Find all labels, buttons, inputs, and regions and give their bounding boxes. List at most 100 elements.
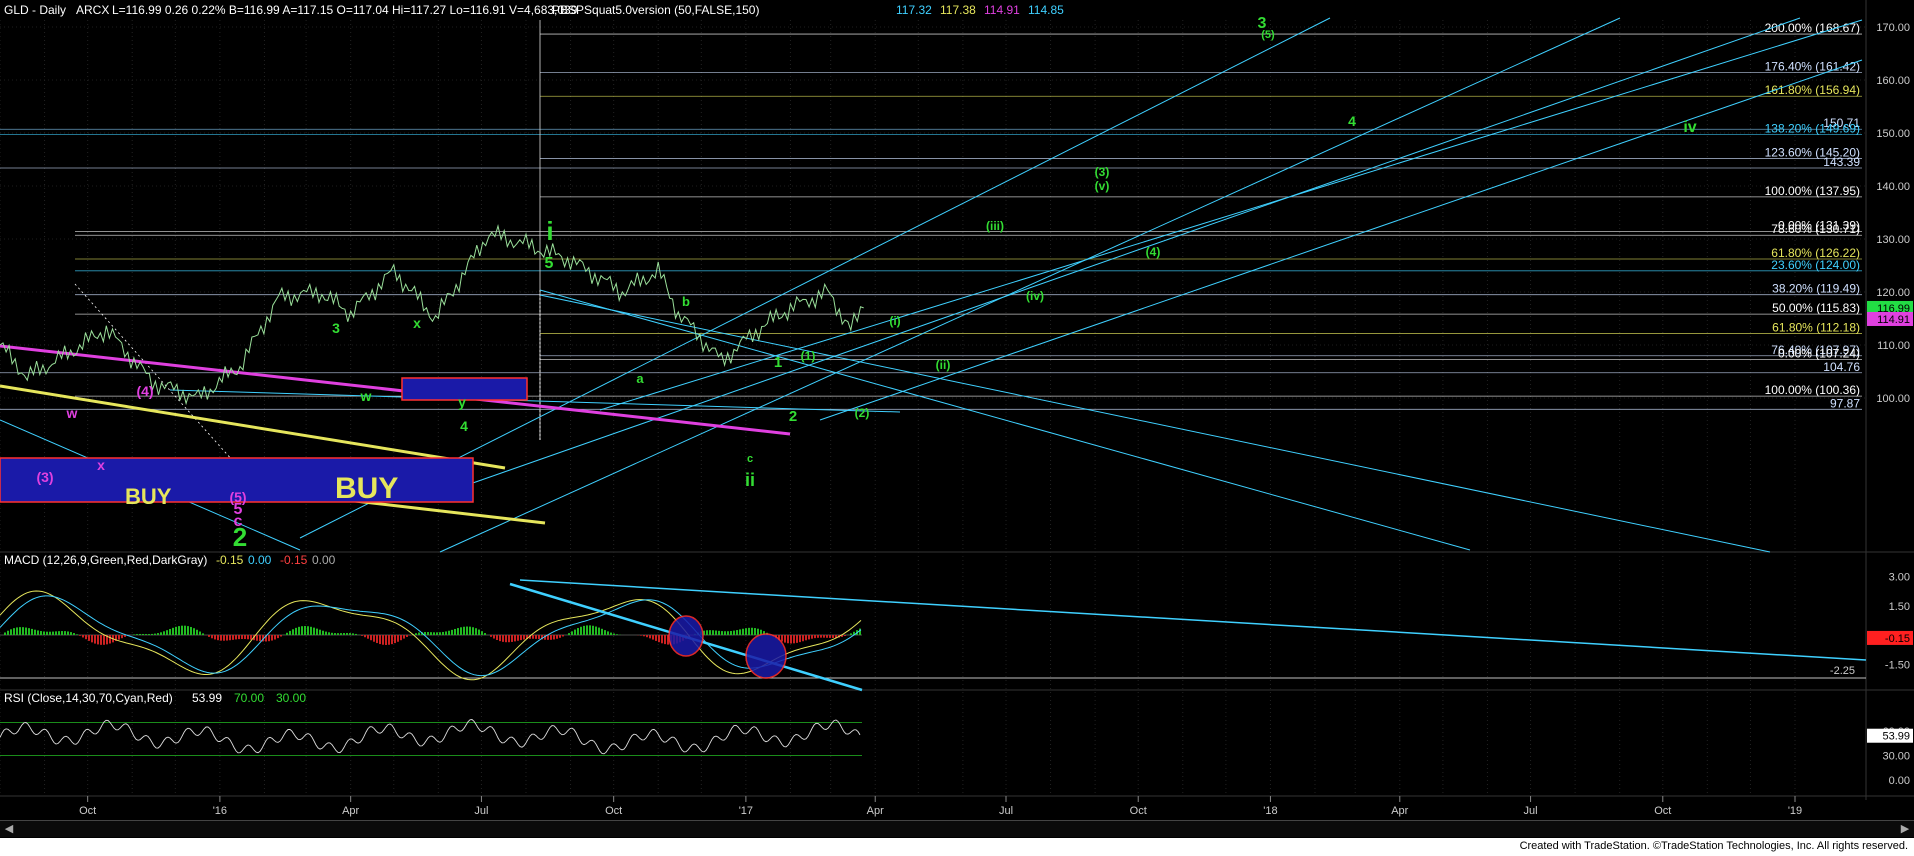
channel-line: [439, 17, 1621, 553]
macd-histogram-bar: [415, 633, 417, 635]
macd-histogram-bar: [757, 628, 759, 635]
macd-histogram-bar: [202, 633, 204, 635]
macd-histogram-bar: [7, 630, 9, 635]
fib-label: 97.87: [1830, 396, 1860, 410]
macd-histogram-bar: [292, 629, 294, 635]
macd-histogram-bar: [274, 635, 276, 640]
macd-circle: [745, 633, 787, 679]
macd-histogram-bar: [85, 635, 87, 640]
macd-histogram-bar: [433, 632, 435, 635]
wave-label: (1): [801, 349, 816, 363]
macd-histogram-bar: [16, 627, 18, 635]
wave-label: 2: [233, 522, 247, 552]
wave-label: 4: [1348, 113, 1356, 129]
macd-histogram-bar: [508, 635, 510, 643]
scroll-left-icon[interactable]: ◀: [2, 822, 16, 836]
channel-line: [599, 19, 1863, 411]
time-axis-label: Jul: [999, 805, 1013, 817]
macd-histogram-bar: [355, 633, 357, 635]
macd-histogram-bar: [709, 630, 711, 635]
price-axis-label: 150.00: [1876, 128, 1910, 140]
buy-label: BUY: [125, 484, 172, 509]
macd-histogram-bar: [451, 629, 453, 635]
macd-histogram-bar: [64, 631, 66, 635]
macd-histogram-bar: [169, 628, 171, 635]
macd-histogram-bar: [721, 631, 723, 635]
macd-histogram-bar: [349, 633, 351, 635]
wave-label: b: [682, 294, 690, 309]
macd-histogram-bar: [814, 635, 816, 639]
header-value: 117.38: [940, 3, 976, 17]
fib-label: 50.00% (115.83): [1772, 301, 1860, 315]
macd-histogram-bar: [442, 631, 444, 635]
macd-histogram-bar: [10, 629, 12, 635]
macd-histogram-bar: [340, 633, 342, 635]
macd-histogram-bar: [166, 630, 168, 635]
macd-histogram-bar: [247, 635, 249, 640]
time-axis-label: Oct: [79, 805, 96, 817]
time-axis-label: '18: [1263, 805, 1277, 817]
macd-histogram-bar: [823, 635, 825, 638]
macd-histogram-bar: [850, 633, 852, 635]
magenta-trendline: [0, 344, 791, 436]
price-axis-label: 110.00: [1877, 340, 1910, 352]
macd-histogram-bar: [616, 634, 618, 635]
macd-histogram-bar: [331, 632, 333, 635]
scroll-right-icon[interactable]: ▶: [1898, 822, 1912, 836]
macd-histogram-bar: [250, 635, 252, 640]
macd-histogram-bar: [805, 635, 807, 641]
time-axis-label: Jul: [474, 805, 488, 817]
macd-histogram-bar: [343, 633, 345, 635]
macd-histogram-bar: [91, 635, 93, 643]
macd-histogram-bar: [532, 635, 534, 639]
macd-histogram-bar: [187, 626, 189, 635]
rsi-panel: RSI (Close,14,30,70,Cyan,Red) 53.99 70.00…: [0, 691, 1913, 787]
macd-histogram-bar: [727, 631, 729, 635]
chart-header: GLD - Daily ARCX L=116.99 0.26 0.22% B=1…: [4, 3, 1064, 17]
wave-label: y: [458, 394, 466, 410]
macd-values: -0.15 0.00 -0.15 0.00: [216, 553, 336, 567]
macd-circle: [668, 615, 704, 657]
macd-axis-label: 3.00: [1889, 572, 1910, 584]
macd-histogram-bar: [445, 631, 447, 635]
macd-histogram-bar: [232, 635, 234, 640]
time-scrollbar[interactable]: ◀ ▶: [0, 820, 1914, 837]
macd-histogram-bar: [610, 632, 612, 635]
price-axis: 170.00 160.00 150.00 140.00 130.00 120.00 110.…: [1867, 22, 1913, 405]
macd-value: -0.15: [280, 553, 308, 567]
rsi-value: 30.00: [276, 691, 306, 705]
macd-histogram-bar: [463, 626, 465, 635]
macd-histogram-bar: [307, 626, 309, 635]
channel-line: [429, 17, 1801, 499]
macd-histogram-bar: [511, 635, 513, 642]
macd-histogram-bar: [373, 635, 375, 642]
macd-histogram-bar: [298, 626, 300, 635]
last-price-text: 114.91: [1877, 314, 1910, 326]
macd-histogram-bar: [229, 635, 231, 641]
macd-histogram-bar: [76, 634, 78, 635]
macd-histogram-bar: [301, 626, 303, 635]
fib-label: 100.00% (137.95): [1765, 184, 1860, 198]
price-line: [0, 224, 864, 406]
macd-histogram-bar: [328, 632, 330, 635]
macd-histogram-bar: [379, 635, 381, 645]
macd-histogram-bar: [754, 628, 756, 635]
macd-histogram-bar: [118, 635, 120, 640]
fib-label: 100.00% (100.36): [1765, 383, 1860, 397]
macd-axis-label: 1.50: [1889, 601, 1910, 613]
macd-histogram-bar: [100, 635, 102, 645]
wave-label: (2): [855, 406, 870, 420]
time-axis-label: Apr: [867, 805, 884, 817]
wave-label: (i): [889, 314, 900, 328]
macd-histogram-bar: [586, 625, 588, 635]
macd-histogram-bar: [820, 635, 822, 638]
macd-histogram-bar: [817, 635, 819, 638]
macd-histogram-bar: [493, 635, 495, 639]
macd-histogram-bar: [580, 626, 582, 635]
macd-histogram-bar: [199, 631, 201, 635]
macd-histogram-bar: [604, 630, 606, 635]
macd-histogram-bar: [742, 628, 744, 635]
macd-histogram-bar: [58, 631, 60, 635]
macd-histogram-bar: [571, 631, 573, 635]
macd-badge-text: -0.15: [1885, 633, 1910, 645]
